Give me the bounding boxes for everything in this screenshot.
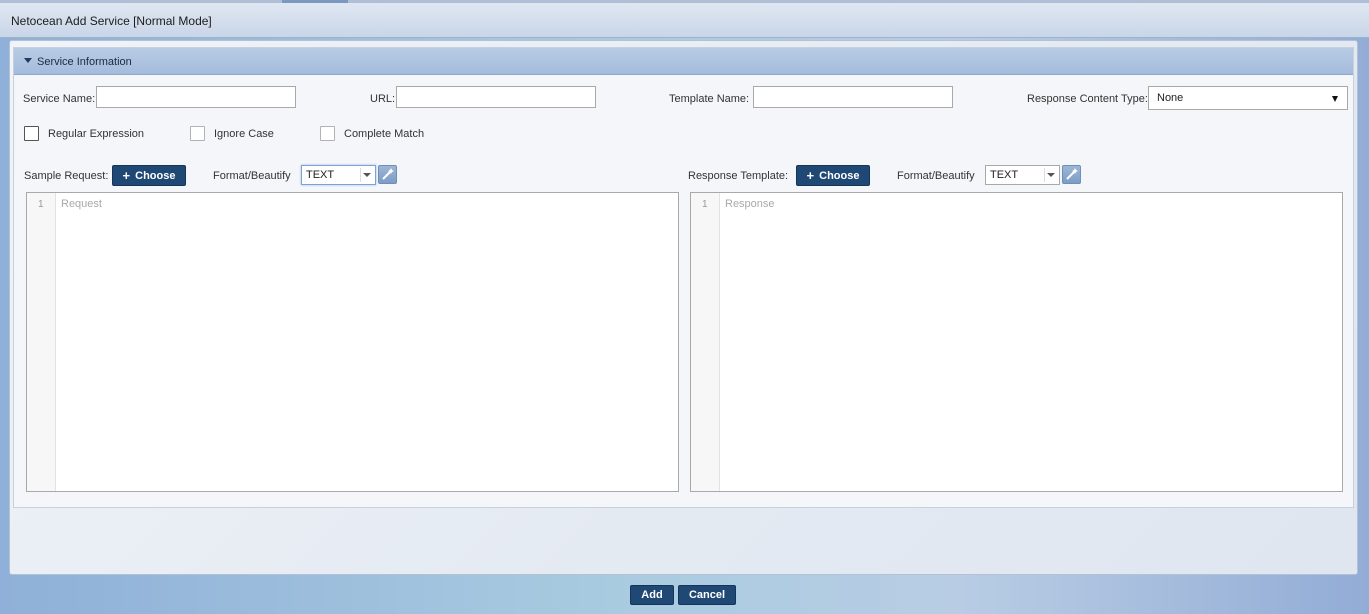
complete-match-checkbox[interactable]: [320, 126, 335, 141]
beautify-request-button[interactable]: [378, 165, 397, 184]
response-template-label: Response Template:: [688, 170, 789, 182]
cancel-button[interactable]: Cancel: [678, 585, 736, 605]
request-format-label: Format/Beautify: [213, 170, 291, 182]
plus-icon: +: [806, 167, 815, 183]
line-number: 1: [702, 199, 708, 210]
request-placeholder: Request: [61, 198, 102, 210]
response-editor[interactable]: 1 Response: [690, 192, 1343, 492]
choose-response-button[interactable]: + Choose: [796, 165, 870, 186]
section-title: Service Information: [37, 56, 132, 68]
response-editor-gutter: 1: [691, 193, 720, 491]
add-service-dialog: Service Information Service Name: URL: T…: [9, 40, 1358, 575]
service-information-panel: Service Information Service Name: URL: T…: [13, 47, 1354, 508]
collapse-triangle-icon[interactable]: [24, 58, 32, 63]
chevron-down-icon: [1047, 173, 1055, 177]
select-separator: [360, 168, 361, 182]
response-format-value: TEXT: [990, 169, 1019, 181]
line-number: 1: [38, 199, 44, 210]
choose-request-label: Choose: [135, 169, 176, 182]
regular-expression-checkbox[interactable]: [24, 126, 39, 141]
chevron-down-icon: [363, 173, 371, 177]
regular-expression-label: Regular Expression: [48, 128, 144, 140]
choose-response-label: Choose: [819, 169, 860, 182]
request-format-select[interactable]: TEXT: [301, 165, 376, 185]
complete-match-label: Complete Match: [344, 128, 425, 140]
url-input[interactable]: [396, 86, 596, 108]
response-content-type-select[interactable]: None: [1148, 86, 1348, 110]
beautify-response-button[interactable]: [1062, 165, 1081, 184]
choose-request-button[interactable]: + Choose: [112, 165, 186, 186]
template-name-input[interactable]: [753, 86, 953, 108]
url-label: URL:: [370, 93, 396, 105]
active-tab-indicator: [282, 0, 348, 3]
template-name-label: Template Name:: [669, 93, 750, 105]
request-editor-gutter: 1: [27, 193, 56, 491]
sample-request-label: Sample Request:: [24, 170, 109, 182]
select-separator: [1044, 168, 1045, 182]
response-content-type-value: None: [1157, 92, 1184, 104]
service-name-label: Service Name:: [23, 93, 96, 105]
dropdown-arrow-icon: [1332, 96, 1338, 102]
request-format-value: TEXT: [306, 169, 335, 181]
magic-wand-icon: [1066, 168, 1078, 180]
window-title: Netocean Add Service [Normal Mode]: [11, 14, 212, 28]
magic-wand-icon: [382, 168, 394, 180]
response-content-type-label: Response Content Type:: [1027, 93, 1148, 105]
add-button[interactable]: Add: [630, 585, 674, 605]
request-editor[interactable]: 1 Request: [26, 192, 679, 492]
response-format-label: Format/Beautify: [897, 170, 975, 182]
plus-icon: +: [122, 167, 131, 183]
window-titlebar: Netocean Add Service [Normal Mode]: [0, 0, 1369, 38]
ignore-case-checkbox[interactable]: [190, 126, 205, 141]
ignore-case-label: Ignore Case: [214, 128, 274, 140]
service-information-header[interactable]: Service Information: [14, 48, 1353, 75]
service-name-input[interactable]: [96, 86, 296, 108]
response-placeholder: Response: [725, 198, 775, 210]
response-format-select[interactable]: TEXT: [985, 165, 1060, 185]
